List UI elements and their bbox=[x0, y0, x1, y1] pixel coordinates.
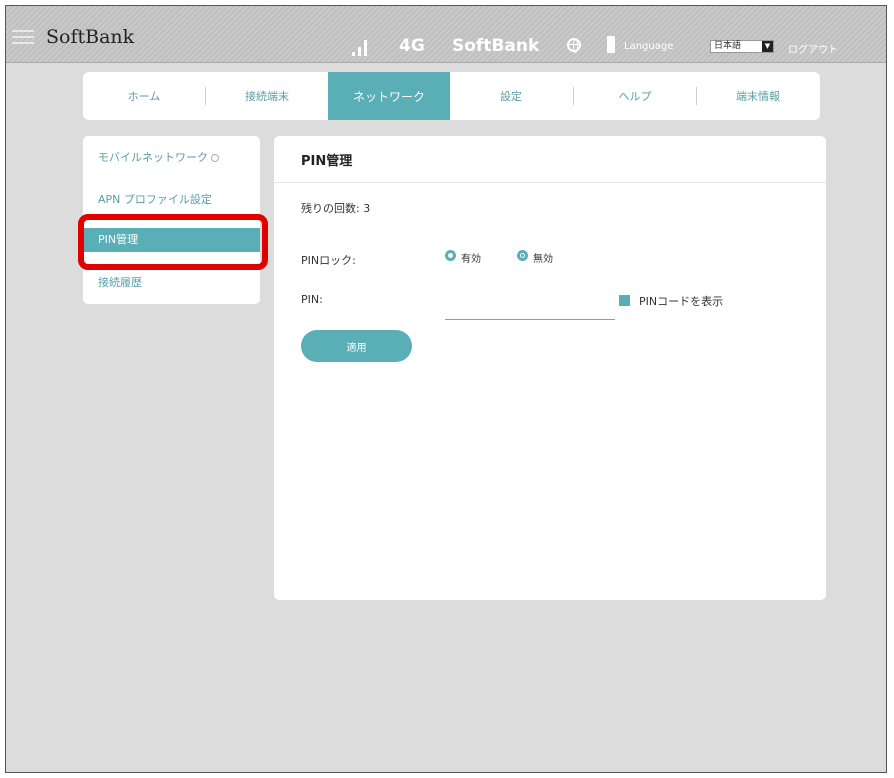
language-select-value: 日本語 bbox=[714, 41, 742, 51]
apply-button[interactable]: 適用 bbox=[301, 330, 412, 362]
show-pin-checkbox[interactable] bbox=[619, 295, 630, 306]
language-select[interactable]: 日本語 ▼ bbox=[710, 40, 774, 53]
pin-lock-disable-label: 無効 bbox=[533, 254, 553, 265]
menu-icon[interactable] bbox=[12, 30, 34, 44]
main-nav: ホーム 接続端末 ネットワーク 設定 ヘルプ 端末情報 bbox=[83, 72, 820, 120]
pin-lock-disable-radio[interactable] bbox=[517, 250, 528, 261]
remaining-attempts-label: 残りの回数: bbox=[301, 202, 360, 215]
carrier-name: SoftBank bbox=[452, 36, 540, 56]
expand-icon bbox=[211, 154, 219, 162]
sidebar-item-connection-history[interactable]: 接続履歴 bbox=[83, 271, 260, 295]
sidebar-item-apn-profile[interactable]: APN プロファイル設定 bbox=[83, 188, 260, 212]
title-divider bbox=[274, 182, 826, 183]
globe-icon bbox=[567, 38, 581, 53]
tab-help[interactable]: ヘルプ bbox=[574, 72, 696, 120]
tab-connected-devices[interactable]: 接続端末 bbox=[206, 72, 328, 120]
tab-device-info[interactable]: 端末情報 bbox=[697, 72, 819, 120]
sidebar-item-label: モバイルネットワーク bbox=[98, 151, 208, 164]
tab-network[interactable]: ネットワーク bbox=[328, 72, 450, 120]
content-panel: PIN管理 残りの回数: 3 PINロック: 有効 無効 PIN: PINコード… bbox=[274, 136, 826, 600]
battery-icon bbox=[607, 36, 615, 53]
logout-link[interactable]: ログアウト bbox=[788, 41, 838, 56]
pin-label: PIN: bbox=[301, 293, 323, 306]
show-pin-label: PINコードを表示 bbox=[639, 295, 724, 308]
brand-logo: SoftBank bbox=[46, 26, 135, 48]
language-label: Language bbox=[624, 41, 674, 52]
tab-settings[interactable]: 設定 bbox=[450, 72, 572, 120]
page-title: PIN管理 bbox=[301, 154, 353, 169]
remaining-attempts-value: 3 bbox=[363, 202, 371, 215]
top-bar: SoftBank 4G SoftBank Language 日本語 ▼ ログアウ… bbox=[6, 6, 886, 63]
browser-frame: SoftBank 4G SoftBank Language 日本語 ▼ ログアウ… bbox=[5, 5, 887, 773]
sidebar-item-mobile-network[interactable]: モバイルネットワーク bbox=[83, 146, 260, 170]
highlight-callout bbox=[78, 214, 268, 270]
pin-lock-enable-radio[interactable] bbox=[445, 250, 456, 261]
signal-strength-icon bbox=[352, 40, 374, 56]
tab-home[interactable]: ホーム bbox=[83, 72, 205, 120]
remaining-attempts: 残りの回数: 3 bbox=[301, 200, 370, 216]
pin-input[interactable] bbox=[445, 301, 615, 320]
network-type: 4G bbox=[399, 36, 425, 56]
pin-lock-enable-label: 有効 bbox=[461, 254, 481, 265]
pin-lock-label: PINロック: bbox=[301, 254, 356, 267]
chevron-down-icon: ▼ bbox=[762, 41, 773, 52]
